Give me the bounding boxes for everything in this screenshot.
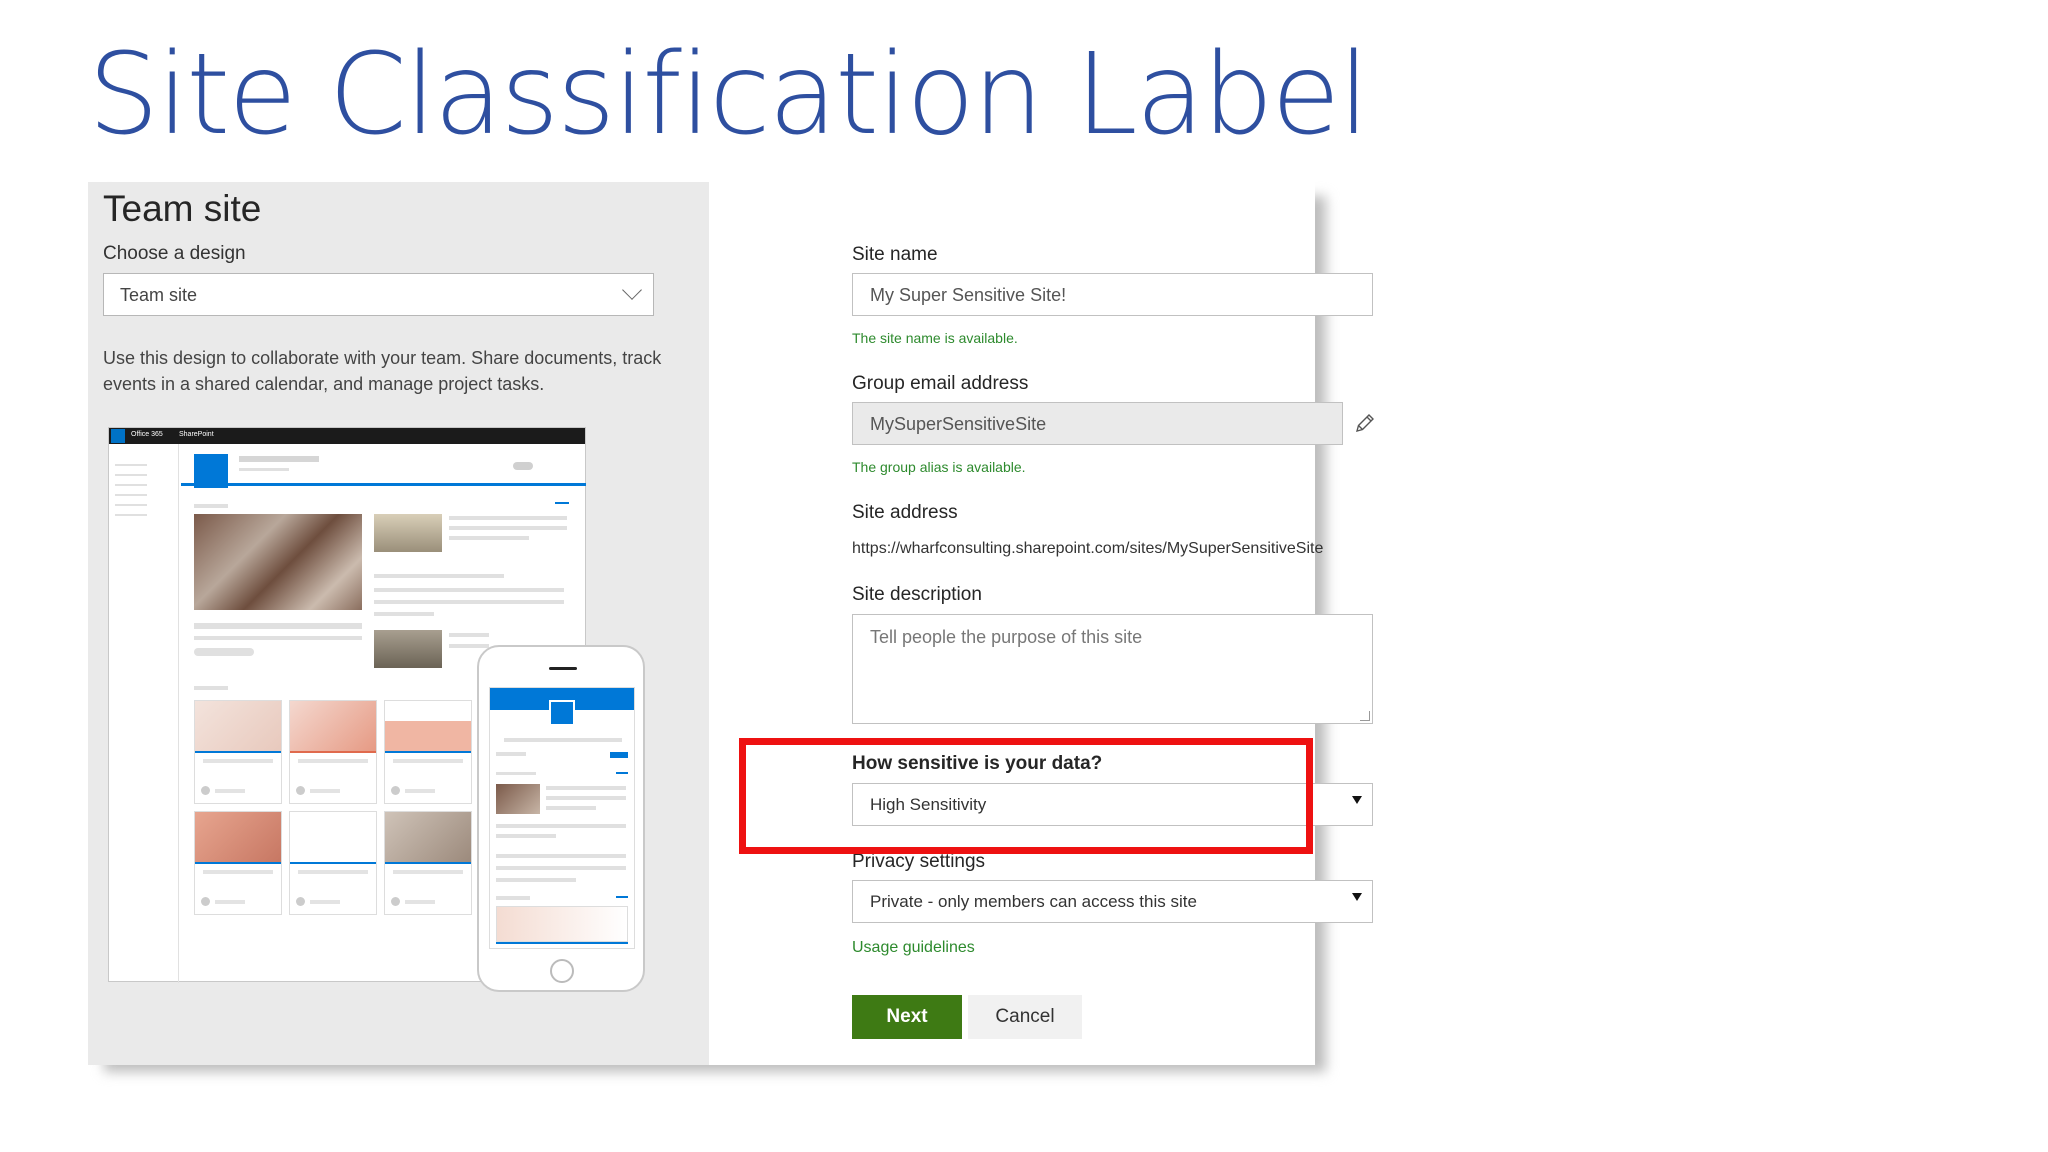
group-email-label: Group email address (852, 373, 1029, 394)
create-site-panel: Team site Choose a design Team site Use … (88, 182, 1374, 1065)
phone-speaker (549, 667, 577, 670)
site-address-value: https://wharfconsulting.sharepoint.com/s… (852, 540, 1324, 557)
preview-card (384, 811, 472, 915)
preview-card (194, 700, 282, 804)
preview-card (289, 700, 377, 804)
design-select-value: Team site (120, 285, 198, 305)
preview-card (194, 811, 282, 915)
sensitivity-highlight-box (739, 738, 1313, 854)
site-info-form: Site name My Super Sensitive Site! The s… (709, 182, 1374, 1065)
preview-hero-photo (194, 514, 362, 610)
phone-screen (489, 687, 635, 949)
group-alias-availability: The group alias is available. (852, 459, 1026, 475)
site-address-label: Site address (852, 502, 958, 523)
preview-app-name: Office 365 (131, 431, 163, 438)
site-description-placeholder: Tell people the purpose of this site (870, 627, 1143, 647)
site-description-textarea[interactable]: Tell people the purpose of this site (852, 614, 1373, 724)
site-description-label: Site description (852, 584, 982, 605)
group-email-input: MySuperSensitiveSite (852, 402, 1343, 445)
design-description: Use this design to collaborate with your… (103, 348, 662, 394)
site-name-input[interactable]: My Super Sensitive Site! (852, 273, 1373, 316)
phone-home-button (550, 959, 574, 983)
privacy-label: Privacy settings (852, 851, 986, 872)
cancel-button[interactable]: Cancel (968, 995, 1082, 1039)
chevron-down-icon (622, 280, 642, 300)
group-email-value: MySuperSensitiveSite (870, 414, 1047, 434)
preview-sidebar (109, 444, 179, 983)
usage-guidelines-link[interactable]: Usage guidelines (852, 939, 975, 957)
preview-card (289, 811, 377, 915)
privacy-select[interactable]: Private - only members can access this s… (852, 880, 1373, 923)
design-select[interactable]: Team site (103, 273, 654, 316)
next-button[interactable]: Next (852, 995, 962, 1039)
site-name-label: Site name (852, 244, 938, 265)
design-pane: Team site Choose a design Team site Use … (88, 182, 709, 1065)
design-label: Choose a design (103, 243, 246, 264)
preview-suite-bar: Office 365 SharePoint (109, 428, 585, 444)
waffle-icon (111, 429, 125, 443)
site-name-availability: The site name is available. (852, 330, 1018, 346)
resize-grip-icon[interactable] (1360, 711, 1370, 721)
pane-title: Team site (103, 188, 262, 229)
preview-card (384, 700, 472, 804)
privacy-value: Private - only members can access this s… (870, 892, 1197, 911)
mobile-preview (477, 645, 645, 992)
slide-title: Site Classification Label (88, 30, 1369, 160)
pencil-icon[interactable] (1353, 411, 1377, 435)
site-name-value: My Super Sensitive Site! (870, 285, 1067, 305)
dropdown-caret-icon (1352, 893, 1362, 901)
preview-product-name: SharePoint (179, 431, 214, 438)
dropdown-caret-icon (1352, 796, 1362, 804)
